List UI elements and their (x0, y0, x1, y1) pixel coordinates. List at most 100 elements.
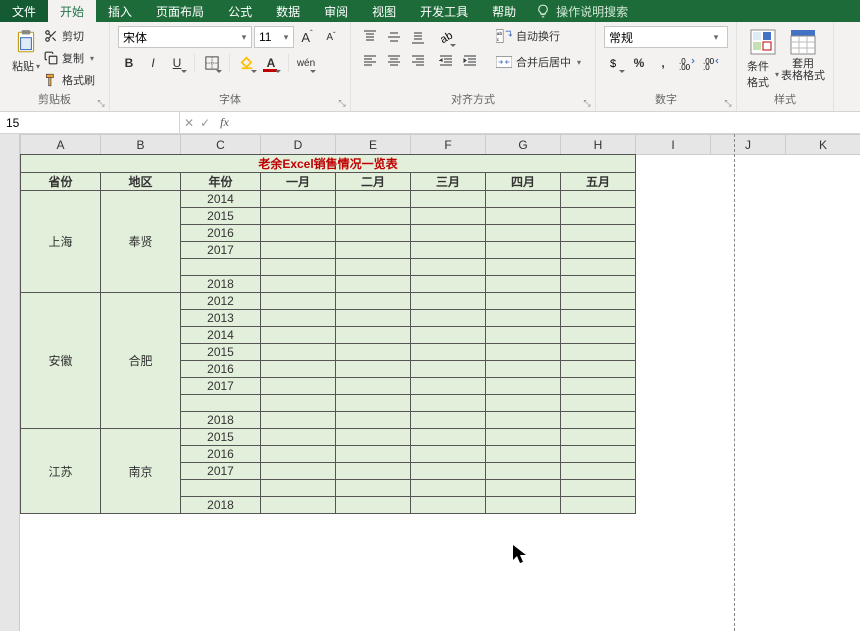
cell[interactable] (486, 378, 561, 395)
font-name-combo[interactable]: ▾ (118, 26, 252, 48)
cell[interactable] (486, 344, 561, 361)
cell[interactable] (486, 242, 561, 259)
cell[interactable]: 五月 (561, 173, 636, 191)
cell[interactable] (336, 480, 411, 497)
cell[interactable] (336, 225, 411, 242)
align-center-button[interactable] (383, 50, 405, 72)
cell[interactable]: 合肥 (101, 293, 181, 429)
cell[interactable] (561, 429, 636, 446)
cell[interactable] (336, 259, 411, 276)
phonetic-button[interactable]: wén (295, 52, 317, 74)
cell[interactable] (261, 327, 336, 344)
cell[interactable]: 2015 (181, 429, 261, 446)
align-right-button[interactable] (407, 50, 429, 72)
cell[interactable] (336, 208, 411, 225)
col-header[interactable]: D (261, 135, 336, 155)
cell[interactable] (411, 463, 486, 480)
col-header[interactable]: J (711, 135, 786, 155)
cell[interactable] (411, 242, 486, 259)
cell[interactable] (336, 293, 411, 310)
col-header[interactable]: I (636, 135, 711, 155)
cell[interactable] (561, 412, 636, 429)
col-header[interactable]: B (101, 135, 181, 155)
col-header[interactable]: G (486, 135, 561, 155)
col-header[interactable]: F (411, 135, 486, 155)
cell[interactable] (486, 480, 561, 497)
cell[interactable] (411, 429, 486, 446)
tab-review[interactable]: 审阅 (312, 0, 360, 22)
cell[interactable] (561, 276, 636, 293)
cell[interactable] (336, 446, 411, 463)
cell[interactable] (561, 446, 636, 463)
align-launcher-icon[interactable]: ⤡ (581, 97, 593, 109)
cell[interactable]: 江苏 (21, 429, 101, 514)
cell[interactable] (261, 191, 336, 208)
tab-view[interactable]: 视图 (360, 0, 408, 22)
format-as-table-button[interactable]: 套用 表格格式 (781, 26, 825, 84)
cell[interactable] (486, 208, 561, 225)
cell[interactable] (561, 225, 636, 242)
cell[interactable] (261, 276, 336, 293)
cell[interactable]: 2014 (181, 327, 261, 344)
cell[interactable] (261, 412, 336, 429)
fx-icon[interactable]: fx (216, 115, 233, 130)
cell[interactable] (561, 480, 636, 497)
cell[interactable] (486, 497, 561, 514)
cell[interactable] (181, 480, 261, 497)
tab-home[interactable]: 开始 (48, 0, 96, 22)
italic-button[interactable]: I (142, 52, 164, 74)
cell[interactable] (486, 225, 561, 242)
cell[interactable]: 四月 (486, 173, 561, 191)
cell[interactable] (411, 480, 486, 497)
font-size-combo[interactable]: ▾ (254, 26, 294, 48)
cell[interactable]: 2018 (181, 276, 261, 293)
decrease-font-button[interactable]: Aˇ (320, 26, 342, 48)
cell[interactable] (561, 191, 636, 208)
cell[interactable] (411, 395, 486, 412)
wrap-text-button[interactable]: abc自动换行 (496, 26, 581, 46)
cell[interactable] (261, 259, 336, 276)
cell[interactable] (261, 208, 336, 225)
cell[interactable]: 南京 (101, 429, 181, 514)
cell[interactable]: 2017 (181, 463, 261, 480)
tab-help[interactable]: 帮助 (480, 0, 528, 22)
enter-formula-icon[interactable]: ✓ (200, 116, 210, 130)
cell[interactable]: 2016 (181, 446, 261, 463)
cell[interactable]: 2015 (181, 344, 261, 361)
cell[interactable] (486, 293, 561, 310)
cell[interactable] (561, 259, 636, 276)
cell[interactable] (261, 429, 336, 446)
cell[interactable]: 年份 (181, 173, 261, 191)
col-header[interactable]: C (181, 135, 261, 155)
cell[interactable] (336, 191, 411, 208)
paste-button[interactable]: 粘贴▾ (8, 26, 44, 76)
cell[interactable] (261, 242, 336, 259)
cell[interactable]: 三月 (411, 173, 486, 191)
cell[interactable] (336, 395, 411, 412)
tab-formulas[interactable]: 公式 (216, 0, 264, 22)
cell[interactable] (336, 310, 411, 327)
cell[interactable] (261, 378, 336, 395)
cell[interactable] (486, 446, 561, 463)
align-top-button[interactable] (359, 26, 381, 48)
cell[interactable] (411, 344, 486, 361)
cell[interactable] (561, 208, 636, 225)
cell[interactable] (411, 378, 486, 395)
align-left-button[interactable] (359, 50, 381, 72)
cell[interactable] (336, 361, 411, 378)
cell[interactable] (411, 497, 486, 514)
cell[interactable] (336, 463, 411, 480)
cell[interactable] (411, 276, 486, 293)
cell[interactable] (261, 395, 336, 412)
fill-color-button[interactable] (236, 52, 258, 74)
increase-indent-button[interactable] (459, 50, 481, 72)
cell[interactable] (261, 361, 336, 378)
merge-center-button[interactable]: 合并后居中▾ (496, 52, 581, 72)
cell[interactable]: 二月 (336, 173, 411, 191)
cell[interactable] (261, 344, 336, 361)
data-table[interactable]: 老余Excel销售情况一览表省份地区年份一月二月三月四月五月上海奉贤201420… (20, 154, 636, 514)
cell[interactable] (561, 463, 636, 480)
clipboard-launcher-icon[interactable]: ⤡ (95, 97, 107, 109)
cell[interactable] (486, 395, 561, 412)
cell[interactable] (486, 191, 561, 208)
